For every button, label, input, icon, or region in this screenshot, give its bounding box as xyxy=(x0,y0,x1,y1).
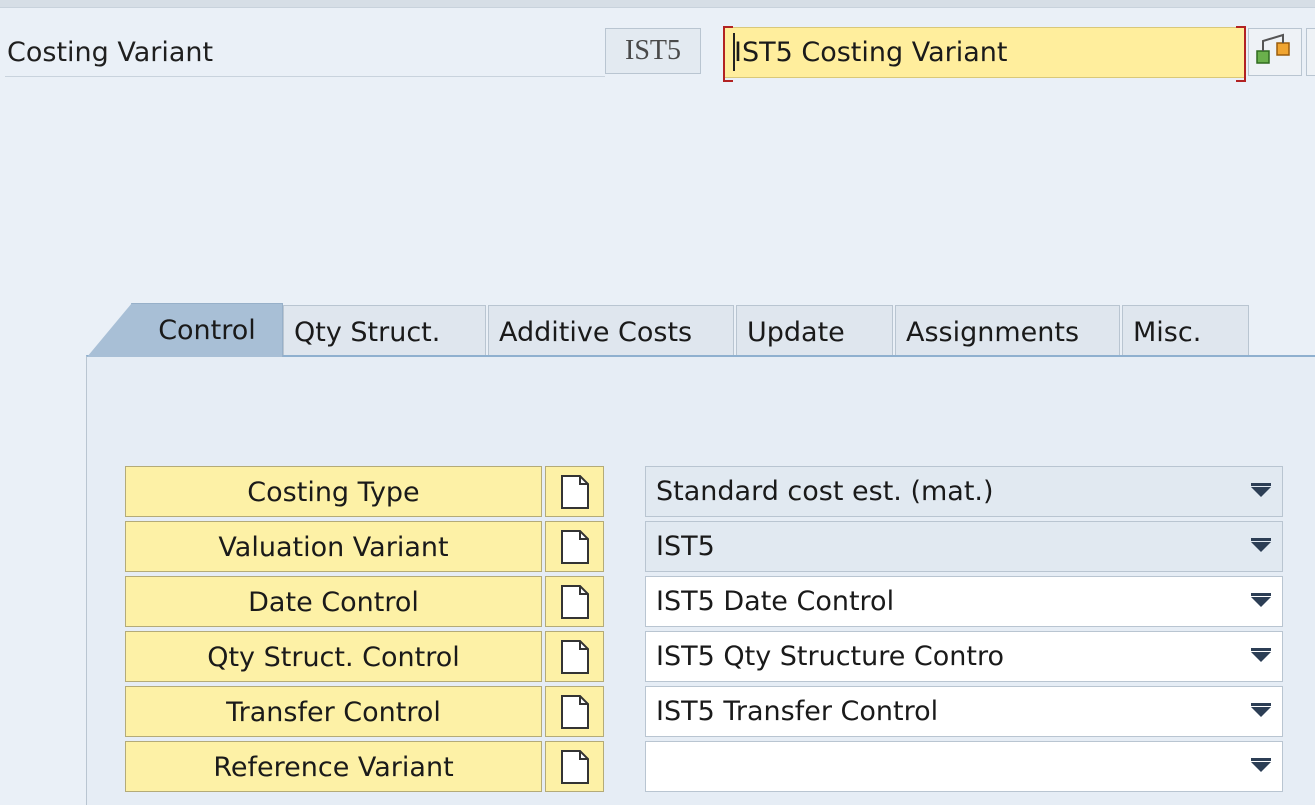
tab-update[interactable]: Update xyxy=(736,305,893,356)
reference-variant-button[interactable]: Reference Variant xyxy=(125,741,542,792)
reference-variant-detail-button[interactable] xyxy=(545,741,604,792)
document-icon xyxy=(561,585,589,619)
tab-control[interactable]: Control xyxy=(87,303,283,357)
row-transfer-control: Transfer Control IST5 Transfer Control xyxy=(125,686,1285,738)
tab-label: Assignments xyxy=(906,317,1080,348)
valuation-variant-dropdown[interactable]: IST5 xyxy=(645,521,1283,572)
valuation-variant-detail-button[interactable] xyxy=(545,521,604,572)
tab-slope xyxy=(87,303,132,357)
date-control-value: IST5 Date Control xyxy=(656,586,895,617)
document-icon xyxy=(561,475,589,509)
chevron-down-icon xyxy=(1251,538,1271,552)
reference-variant-dropdown[interactable] xyxy=(645,741,1283,792)
qty-struct-control-button[interactable]: Qty Struct. Control xyxy=(125,631,542,682)
costing-variant-label: Costing Variant xyxy=(7,37,214,68)
row-date-control: Date Control IST5 Date Control xyxy=(125,576,1285,628)
qty-struct-control-value: IST5 Qty Structure Contro xyxy=(656,641,1005,672)
tab-qty-struct[interactable]: Qty Struct. xyxy=(283,305,486,356)
costing-type-value: Standard cost est. (mat.) xyxy=(656,476,994,507)
chevron-down-icon xyxy=(1251,758,1271,772)
chevron-down-icon xyxy=(1251,483,1271,497)
header-side-button[interactable] xyxy=(1306,28,1315,76)
tab-misc[interactable]: Misc. xyxy=(1122,305,1249,356)
tab-label: Misc. xyxy=(1133,317,1202,348)
transfer-control-detail-button[interactable] xyxy=(545,686,604,737)
header-divider xyxy=(5,76,605,77)
chevron-down-icon xyxy=(1251,593,1271,607)
tab-label: Update xyxy=(747,317,845,348)
date-control-button[interactable]: Date Control xyxy=(125,576,542,627)
tab-label: Additive Costs xyxy=(499,317,693,348)
valuation-variant-button[interactable]: Valuation Variant xyxy=(125,521,542,572)
costing-type-button[interactable]: Costing Type xyxy=(125,466,542,517)
tab-strip: Control Qty Struct. Additive Costs Updat… xyxy=(86,303,1315,357)
costing-variant-description-input[interactable]: IST5 Costing Variant xyxy=(723,26,1246,82)
hierarchy-icon xyxy=(1256,33,1290,64)
text-cursor xyxy=(733,33,735,71)
qty-struct-control-dropdown[interactable]: IST5 Qty Structure Contro xyxy=(645,631,1283,682)
date-control-detail-button[interactable] xyxy=(545,576,604,627)
row-valuation-variant: Valuation Variant IST5 xyxy=(125,521,1285,573)
date-control-dropdown[interactable]: IST5 Date Control xyxy=(645,576,1283,627)
transfer-control-button[interactable]: Transfer Control xyxy=(125,686,542,737)
document-icon xyxy=(561,695,589,729)
transfer-control-dropdown[interactable]: IST5 Transfer Control xyxy=(645,686,1283,737)
row-costing-type: Costing Type Standard cost est. (mat.) xyxy=(125,466,1285,518)
top-strip xyxy=(0,0,1315,8)
costing-variant-code-field[interactable]: IST5 xyxy=(605,28,701,74)
document-icon xyxy=(561,530,589,564)
tab-assignments[interactable]: Assignments xyxy=(895,305,1120,356)
valuation-variant-value: IST5 xyxy=(656,531,715,562)
row-reference-variant: Reference Variant xyxy=(125,741,1285,793)
document-icon xyxy=(561,750,589,784)
qty-struct-control-detail-button[interactable] xyxy=(545,631,604,682)
costing-type-detail-button[interactable] xyxy=(545,466,604,517)
tab-additive-costs[interactable]: Additive Costs xyxy=(488,305,734,356)
costing-type-dropdown[interactable]: Standard cost est. (mat.) xyxy=(645,466,1283,517)
chevron-down-icon xyxy=(1251,703,1271,717)
transfer-control-value: IST5 Transfer Control xyxy=(656,696,939,727)
chevron-down-icon xyxy=(1251,648,1271,662)
tab-label: Qty Struct. xyxy=(294,317,441,348)
row-qty-struct-control: Qty Struct. Control IST5 Qty Structure C… xyxy=(125,631,1285,683)
document-icon xyxy=(561,640,589,674)
tab-label: Control xyxy=(158,315,256,346)
hierarchy-button[interactable] xyxy=(1248,28,1302,76)
